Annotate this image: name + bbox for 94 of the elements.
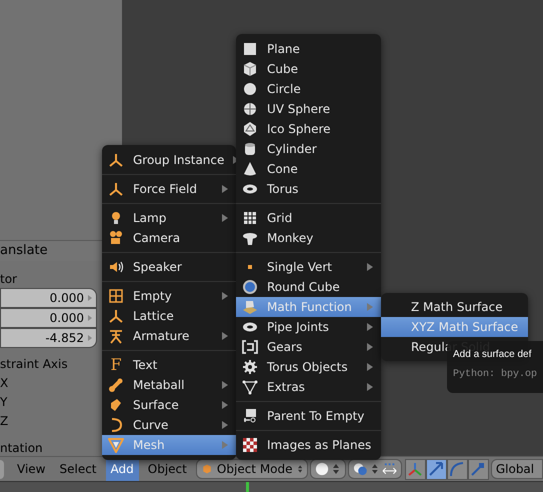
manipulator-button[interactable]	[404, 458, 426, 480]
scale-icon	[470, 461, 486, 477]
header-menu[interactable]: View	[12, 458, 50, 480]
menu-item[interactable]: UV Sphere	[236, 99, 381, 119]
manipulator-button[interactable]	[468, 458, 489, 480]
mode-dropdown[interactable]: Object Mode	[196, 459, 308, 479]
menu-item[interactable]: Empty	[102, 286, 236, 306]
manipulator-button[interactable]	[426, 458, 447, 480]
arrows-icon	[382, 462, 397, 476]
menu-item[interactable]: Cone	[236, 159, 381, 179]
menu-item[interactable]: Metaball	[102, 375, 236, 395]
circle-icon	[242, 81, 258, 97]
orientation-label: ntation	[0, 440, 43, 456]
menu-item[interactable]: Gears	[236, 337, 381, 357]
panel-title: anslate	[0, 242, 48, 260]
menu-item[interactable]: Parent To Empty	[236, 406, 381, 426]
menu-item[interactable]: Circle	[236, 79, 381, 99]
parent-link-icon	[242, 408, 258, 424]
axis-label: Y	[0, 394, 8, 411]
square-icon	[242, 41, 258, 57]
axes-icon	[108, 181, 124, 197]
speaker-icon	[108, 259, 124, 275]
menu-item[interactable]: Cube	[236, 59, 381, 79]
armature-icon	[108, 328, 124, 344]
menu-item[interactable]: Camera	[102, 228, 236, 248]
menu-item[interactable]: Surface	[102, 395, 236, 415]
surface-icon	[108, 397, 124, 413]
arc-icon	[449, 461, 466, 477]
number-field[interactable]: 0.000	[0, 308, 97, 328]
menu-item[interactable]: Lamp	[102, 208, 236, 228]
menu-item[interactable]: Torus Objects	[236, 357, 381, 377]
circles-icon	[352, 462, 368, 476]
orientation-dropdown[interactable]: Global	[490, 459, 543, 479]
cube-icon	[202, 462, 212, 476]
bracket-icon	[242, 339, 258, 355]
axes-icon	[407, 461, 424, 477]
manipulator-button[interactable]	[446, 458, 468, 480]
cylinder-icon	[242, 141, 258, 157]
menu-item[interactable]: Speaker	[102, 257, 236, 277]
menu-item[interactable]: Monkey	[236, 228, 381, 248]
menu-item[interactable]: Ico Sphere	[236, 119, 381, 139]
triangle-icon	[108, 437, 124, 453]
triangle-icon	[242, 379, 258, 395]
python-path: Python: bpy.op	[453, 368, 538, 382]
menu-item[interactable]: Plane	[236, 39, 381, 59]
axis-label: X	[0, 375, 8, 392]
menu-item[interactable]: Z Math Surface	[381, 297, 528, 317]
menu-item[interactable]: Grid	[236, 208, 381, 228]
menu-item[interactable]: Lattice	[102, 306, 236, 326]
cube-icon	[242, 61, 258, 77]
camera-icon	[108, 230, 124, 246]
up-down-icon	[298, 464, 302, 474]
text-icon: F	[108, 357, 124, 373]
pivot-dropdown[interactable]	[348, 459, 402, 479]
function-icon	[242, 299, 258, 315]
menu-item[interactable]: Armature	[102, 326, 236, 346]
number-field[interactable]: -4.852	[0, 328, 97, 348]
sphere-icon	[242, 279, 258, 295]
metaball-icon	[108, 377, 124, 393]
arrow-icon	[88, 335, 92, 341]
checkerboard-icon	[242, 437, 258, 453]
arrow-icon	[88, 315, 92, 321]
grid-icon	[242, 210, 258, 226]
monkey-head-icon	[242, 230, 258, 246]
axes-icon	[108, 152, 124, 168]
header-menu[interactable]: Object	[142, 458, 192, 480]
icosphere-icon	[242, 121, 258, 137]
menu-item[interactable]: Single Vert	[236, 257, 381, 277]
arrow-icon	[88, 295, 92, 301]
cone-icon	[242, 161, 258, 177]
menu-item[interactable]: Cylinder	[236, 139, 381, 159]
menu-item[interactable]: Curve	[102, 415, 236, 435]
axis-label: Z	[0, 413, 8, 430]
gear-icon	[242, 359, 258, 375]
menu-item[interactable]: Group Instance	[102, 150, 236, 170]
menu-item[interactable]: Force Field	[102, 179, 236, 199]
menu-item[interactable]: Pipe Joints	[236, 317, 381, 337]
arrow-icon	[428, 461, 444, 477]
menu-item[interactable]: Extras	[236, 377, 381, 397]
up-down-icon	[372, 464, 378, 474]
number-field[interactable]: 0.000	[0, 288, 97, 308]
menu-item[interactable]: Round Cube	[236, 277, 381, 297]
sphere-icon	[314, 462, 329, 476]
menu-item[interactable]: Torus	[236, 179, 381, 199]
shading-dropdown[interactable]	[310, 459, 346, 479]
lattice-icon	[108, 288, 124, 304]
menu-item[interactable]: Images as Planes	[236, 435, 381, 455]
header-menu[interactable]: Select	[54, 458, 102, 480]
axes-icon	[108, 308, 124, 324]
menu-item[interactable]: F Text	[102, 355, 236, 375]
vector-label: tor	[0, 271, 17, 288]
up-down-icon	[332, 464, 339, 474]
constraint-axis-label: straint Axis	[0, 356, 68, 373]
sphere-icon	[242, 101, 258, 117]
